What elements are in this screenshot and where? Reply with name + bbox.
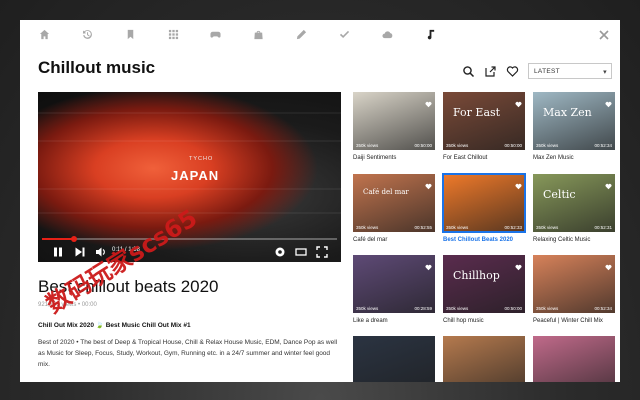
video-overlay-title: JAPAN bbox=[171, 168, 220, 183]
heart-icon[interactable] bbox=[515, 95, 522, 108]
video-thumbnail[interactable] bbox=[443, 336, 525, 382]
thumbnail-overlay-text: Café del mar bbox=[363, 188, 409, 196]
chevron-down-icon: ▾ bbox=[603, 69, 607, 76]
thumbnail-overlay-text: Max Zen bbox=[543, 106, 592, 119]
pause-icon[interactable] bbox=[52, 245, 64, 257]
video-card-title[interactable]: Peaceful | Winter Chill Mix bbox=[533, 318, 603, 324]
thumbnail-overlay-text: Chillhop bbox=[453, 269, 500, 282]
thumbnail-duration: 00:28:59 bbox=[414, 306, 432, 311]
heart-icon[interactable] bbox=[605, 95, 612, 108]
thumbnail-overlay-text: Celtic bbox=[543, 188, 576, 201]
video-thumbnail[interactable]: 350k views 00:52:33 bbox=[442, 173, 526, 233]
thumbnail-duration: 00:50:00 bbox=[504, 143, 522, 148]
video-card-title[interactable]: Relaxing Celtic Music bbox=[533, 237, 590, 243]
video-thumbnail[interactable]: Chillhop 350k views 00:50:00 bbox=[443, 255, 525, 313]
thumbnail-duration: 00:52:33 bbox=[504, 225, 522, 230]
video-card-title[interactable]: Max Zen Music bbox=[533, 155, 574, 161]
bookmark-icon[interactable] bbox=[124, 28, 136, 40]
thumbnail-views: 350k views bbox=[356, 225, 379, 230]
thumbnail-views: 350k views bbox=[446, 143, 469, 148]
thumbnail-duration: 00:50:00 bbox=[414, 143, 432, 148]
video-headline: Chill Out Mix 2020 🍃 Best Music Chill Ou… bbox=[38, 322, 191, 329]
pen-icon[interactable] bbox=[295, 28, 307, 40]
video-thumbnail[interactable] bbox=[533, 336, 615, 382]
video-card-title[interactable]: Café del mar bbox=[353, 237, 387, 243]
thumbnail-views: 350k views bbox=[446, 225, 469, 230]
cloud-icon[interactable] bbox=[381, 28, 393, 40]
video-thumbnail[interactable]: For East 350k views 00:50:00 bbox=[443, 92, 525, 150]
video-thumbnail[interactable]: Café del mar 350k views 00:52:55 bbox=[353, 174, 435, 232]
thumbnail-views: 350k views bbox=[356, 143, 379, 148]
thumbnail-views: 350k views bbox=[356, 306, 379, 311]
grid-icon[interactable] bbox=[167, 28, 179, 40]
fullscreen-icon[interactable] bbox=[316, 245, 328, 258]
video-thumbnail[interactable]: 350k views 00:50:00 bbox=[353, 92, 435, 150]
video-thumbnail[interactable]: Celtic 350k views 00:52:31 bbox=[533, 174, 615, 232]
video-card-title[interactable]: Like a dream bbox=[353, 318, 388, 324]
video-card-title[interactable]: For East Chillout bbox=[443, 155, 487, 161]
video-card-title[interactable]: Chill hop music bbox=[443, 318, 484, 324]
next-icon[interactable] bbox=[74, 245, 86, 257]
thumbnail-duration: 00:52:34 bbox=[594, 306, 612, 311]
thumbnail-views: 350k views bbox=[536, 225, 559, 230]
video-overlay-subtitle: TYCHO bbox=[189, 156, 214, 162]
home-icon[interactable] bbox=[38, 28, 50, 40]
heart-icon[interactable] bbox=[425, 258, 432, 271]
progress-fill bbox=[42, 238, 75, 240]
shopping-bag-icon[interactable] bbox=[252, 28, 264, 40]
history-icon[interactable] bbox=[81, 28, 93, 40]
main-panel: Chillout music LATEST ▾ TYCHO JAPAN 0:11… bbox=[20, 20, 620, 382]
thumbnail-views: 350k views bbox=[446, 306, 469, 311]
heart-icon[interactable] bbox=[515, 258, 522, 271]
heart-icon[interactable] bbox=[506, 65, 519, 78]
heart-icon[interactable] bbox=[425, 177, 432, 190]
sort-select[interactable]: LATEST ▾ bbox=[528, 63, 612, 79]
theater-mode-icon[interactable] bbox=[295, 245, 307, 257]
video-card-title[interactable]: Daiji Sentiments bbox=[353, 155, 396, 161]
heart-icon[interactable] bbox=[605, 258, 612, 271]
heart-icon[interactable] bbox=[605, 177, 612, 190]
check-icon[interactable] bbox=[338, 28, 350, 40]
thumbnail-views: 350k views bbox=[536, 306, 559, 311]
video-thumbnail[interactable]: Max Zen 350k views 00:52:34 bbox=[533, 92, 615, 150]
video-description: Best of 2020 • The best of Deep & Tropic… bbox=[38, 339, 338, 368]
thumbnail-duration: 00:52:34 bbox=[594, 143, 612, 148]
open-external-icon[interactable] bbox=[484, 65, 497, 78]
search-icon[interactable] bbox=[462, 65, 475, 78]
video-card-title[interactable]: Best Chillout Beats 2020 bbox=[443, 237, 513, 243]
thumbnail-views: 350k views bbox=[536, 143, 559, 148]
thumbnail-duration: 00:52:31 bbox=[594, 225, 612, 230]
player-controls: 0:11 / 1:38 bbox=[38, 242, 341, 260]
sort-select-value: LATEST bbox=[534, 68, 560, 75]
music-note-icon[interactable] bbox=[424, 28, 436, 40]
heart-icon[interactable] bbox=[515, 177, 522, 190]
page-title: Chillout music bbox=[38, 58, 156, 77]
thumbnail-overlay-text: For East bbox=[453, 106, 501, 119]
video-thumbnail[interactable]: 350k views 00:28:59 bbox=[353, 255, 435, 313]
progress-bar[interactable] bbox=[42, 236, 337, 242]
thumbnail-duration: 00:52:55 bbox=[414, 225, 432, 230]
video-thumbnail[interactable] bbox=[353, 336, 435, 382]
category-nav bbox=[20, 20, 620, 48]
gamepad-icon[interactable] bbox=[209, 28, 221, 40]
video-thumbnail[interactable]: 350k views 00:52:34 bbox=[533, 255, 615, 313]
heart-icon[interactable] bbox=[425, 95, 432, 108]
close-icon[interactable] bbox=[599, 27, 611, 40]
thumbnail-duration: 00:50:00 bbox=[504, 306, 522, 311]
settings-gear-icon[interactable] bbox=[274, 245, 286, 257]
